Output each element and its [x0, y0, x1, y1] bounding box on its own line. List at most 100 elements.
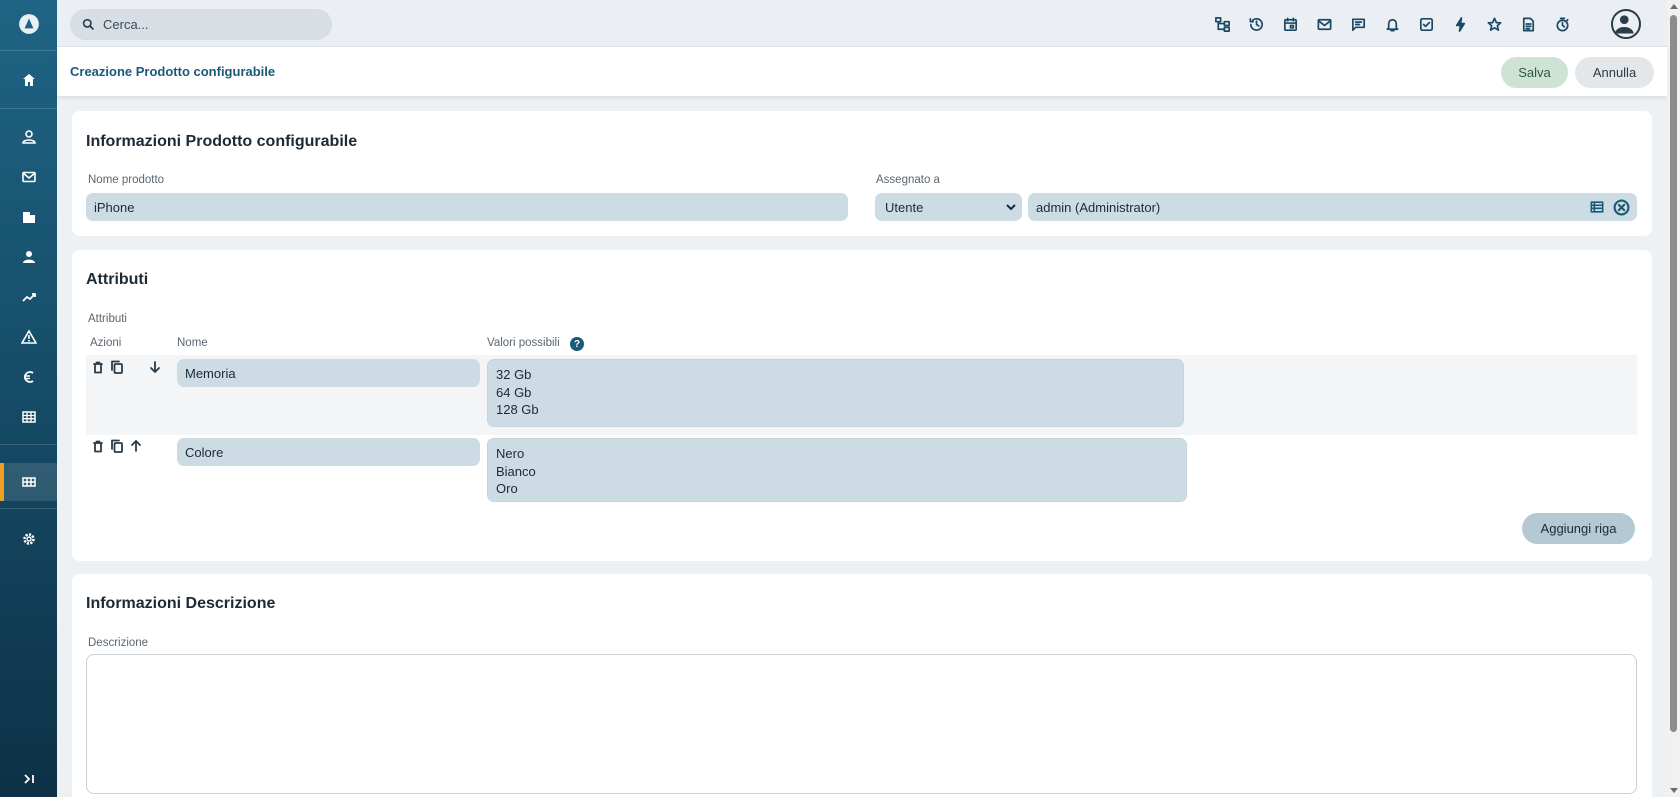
documents-button[interactable] — [1511, 12, 1545, 36]
column-name: Nome — [177, 337, 208, 349]
sidebar-item-contacts[interactable] — [0, 118, 57, 156]
assigned-type-value: Utente — [885, 199, 924, 215]
sidebar-item-tables[interactable] — [0, 398, 57, 436]
history-button[interactable] — [1239, 12, 1273, 36]
search-box[interactable] — [70, 9, 332, 40]
arrow-down-icon — [150, 361, 160, 373]
sidebar-item-mail[interactable] — [0, 158, 57, 196]
help-icon[interactable]: ? — [570, 337, 584, 351]
duplicate-row-button[interactable] — [108, 358, 126, 376]
scroll-down-arrow[interactable] — [1670, 788, 1678, 793]
hierarchy-button[interactable] — [1205, 12, 1239, 36]
sidebar-item-sales[interactable] — [0, 278, 57, 316]
history-icon — [1249, 17, 1263, 31]
page-title: Creazione Prodotto configurabile — [70, 64, 276, 79]
mail-icon — [1317, 18, 1331, 30]
sidebar-item-finance[interactable] — [0, 358, 57, 396]
list-icon — [1590, 201, 1604, 213]
sidebar-divider — [0, 508, 57, 509]
move-down-button[interactable] — [146, 358, 164, 376]
trash-icon — [93, 440, 103, 453]
cancel-button[interactable]: Annulla — [1575, 57, 1654, 88]
contact-icon — [21, 130, 36, 144]
delete-row-button[interactable] — [89, 358, 107, 376]
mail-button[interactable] — [1307, 12, 1341, 36]
user-avatar-icon — [1614, 15, 1634, 34]
bell-icon — [1385, 18, 1399, 31]
lightning-icon — [1455, 16, 1465, 32]
page-header: Creazione Prodotto configurabile Salva A… — [57, 47, 1667, 96]
favorites-button[interactable] — [1477, 12, 1511, 36]
duplicate-row-button[interactable] — [108, 437, 126, 455]
chat-button[interactable] — [1341, 12, 1375, 36]
attribute-values-textarea[interactable]: Nero Bianco Oro — [487, 438, 1187, 502]
logo-icon — [18, 14, 39, 34]
sidebar-divider — [0, 108, 57, 109]
panel-title: Attributi — [86, 271, 149, 288]
attributes-label: Attributi — [88, 313, 127, 325]
arrow-up-icon — [131, 440, 141, 452]
toolbar-icons — [1205, 12, 1579, 36]
scroll-thumb[interactable] — [1670, 15, 1677, 732]
panel-title: Informazioni Prodotto configurabile — [86, 133, 358, 150]
copy-icon — [111, 360, 123, 374]
task-icon — [1419, 17, 1433, 31]
search-input[interactable] — [103, 17, 313, 32]
sidebar-divider — [0, 444, 57, 445]
select-user-button[interactable] — [1588, 198, 1606, 216]
timer-button[interactable] — [1545, 12, 1579, 36]
grid-icon — [21, 477, 36, 487]
quick-actions-button[interactable] — [1443, 12, 1477, 36]
star-icon — [1487, 17, 1501, 31]
calendar-button[interactable] — [1273, 12, 1307, 36]
delete-row-button[interactable] — [89, 437, 107, 455]
product-name-input[interactable] — [86, 193, 848, 221]
search-icon — [82, 18, 94, 30]
assigned-to-label: Assegnato a — [876, 174, 940, 186]
trash-icon — [93, 361, 103, 374]
attribute-name-input[interactable] — [177, 438, 480, 466]
gear-icon — [22, 533, 35, 545]
copy-icon — [111, 439, 123, 453]
notifications-button[interactable] — [1375, 12, 1409, 36]
document-icon — [1522, 17, 1534, 31]
mail-icon — [21, 171, 36, 183]
move-up-button[interactable] — [127, 437, 145, 455]
sidebar-divider — [0, 50, 57, 51]
sidebar-item-tickets[interactable] — [0, 318, 57, 356]
assigned-type-select[interactable]: Utente — [875, 193, 1022, 221]
column-values: Valori possibili — [487, 337, 560, 349]
assigned-user-input[interactable] — [1028, 193, 1637, 221]
attribute-values-textarea[interactable]: 32 Gb 64 Gb 128 Gb — [487, 359, 1184, 427]
description-panel: Informazioni Descrizione Descrizione — [72, 574, 1652, 797]
sidebar-item-companies[interactable] — [0, 198, 57, 236]
top-bar — [57, 0, 1667, 47]
clear-user-button[interactable] — [1612, 198, 1630, 216]
column-actions: Azioni — [90, 337, 122, 349]
calendar-icon — [1283, 17, 1297, 31]
building-icon — [22, 212, 35, 223]
scroll-up-arrow[interactable] — [1670, 4, 1678, 9]
chevron-down-icon — [1006, 204, 1016, 211]
tasks-button[interactable] — [1409, 12, 1443, 36]
sidebar-expand-button[interactable] — [0, 760, 57, 797]
panel-title: Informazioni Descrizione — [86, 595, 276, 612]
sidebar-item-home[interactable] — [0, 61, 57, 99]
attributes-panel: Attributi Attributi Azioni Nome Valori p… — [72, 250, 1652, 561]
add-row-button[interactable]: Aggiungi riga — [1522, 513, 1635, 544]
page-scrollbar[interactable] — [1667, 0, 1680, 797]
sidebar — [0, 0, 57, 797]
logo[interactable] — [0, 4, 57, 44]
product-info-panel: Informazioni Prodotto configurabile Nome… — [72, 111, 1652, 236]
attribute-name-input[interactable] — [177, 359, 480, 387]
sidebar-item-people[interactable] — [0, 238, 57, 276]
description-label: Descrizione — [88, 637, 149, 649]
sidebar-item-settings[interactable] — [0, 520, 57, 558]
timer-icon — [1555, 17, 1569, 31]
sidebar-item-products[interactable] — [0, 463, 57, 501]
hierarchy-icon — [1214, 16, 1230, 32]
description-textarea[interactable] — [86, 654, 1637, 794]
save-button[interactable]: Salva — [1501, 57, 1568, 88]
avatar[interactable] — [1611, 9, 1641, 39]
product-name-label: Nome prodotto — [88, 174, 165, 186]
